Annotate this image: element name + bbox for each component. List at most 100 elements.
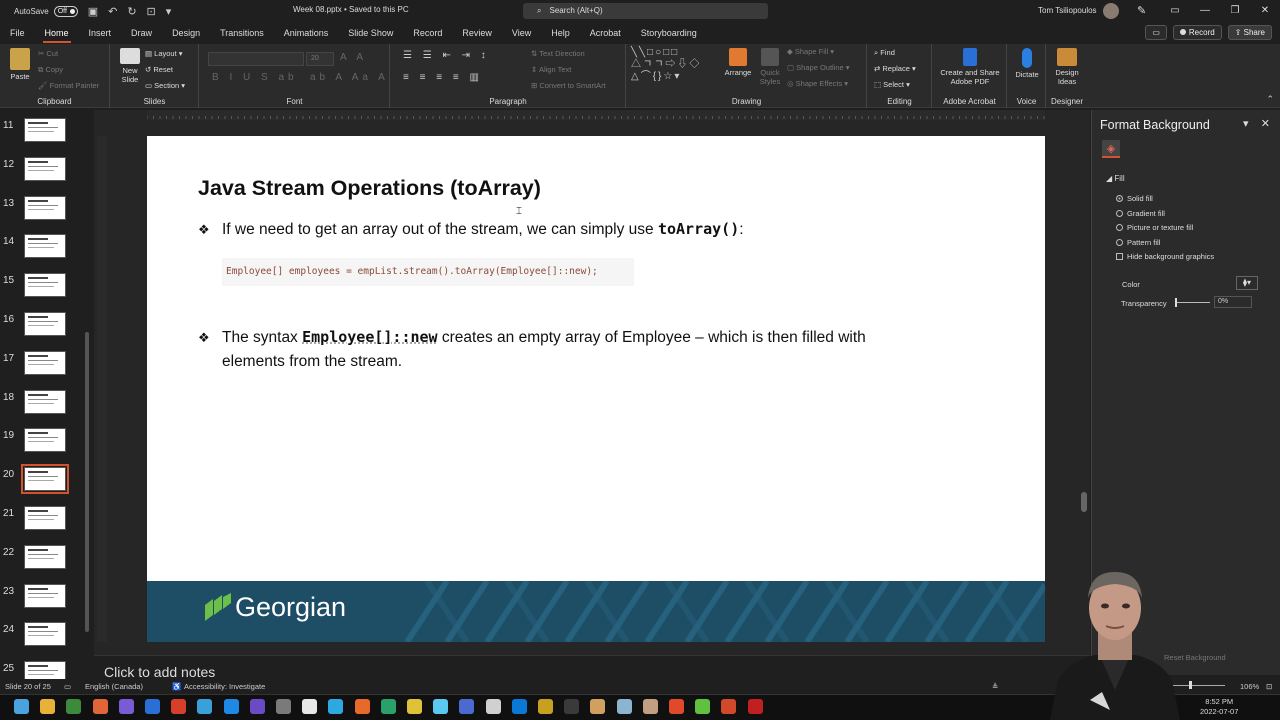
shape-effects-button[interactable]: ◎ Shape Effects ▾ [787, 79, 848, 88]
taskbar-app-icon[interactable] [118, 699, 134, 714]
taskbar-app-icon[interactable] [747, 699, 763, 714]
taskbar-app-icon[interactable] [564, 699, 580, 714]
zoom-level[interactable]: 106% [1240, 682, 1259, 691]
dictate-button[interactable]: Dictate [1010, 48, 1044, 79]
fill-tab-icon[interactable]: ◈ [1102, 140, 1120, 158]
redo-icon[interactable]: ↻ [127, 5, 136, 18]
language-indicator[interactable]: English (Canada) [85, 682, 143, 691]
taskbar-app-icon[interactable] [354, 699, 370, 714]
reset-button[interactable]: ↺ Reset [145, 65, 173, 74]
taskbar-app-icon[interactable] [407, 699, 422, 714]
section-button[interactable]: ▭ Section ▾ [145, 81, 185, 90]
slide-thumbnail[interactable] [24, 312, 66, 336]
slide-thumbnail[interactable] [24, 118, 66, 142]
taskbar-app-icon[interactable] [40, 699, 56, 714]
system-clock[interactable]: 8:52 PM 2022-07-07 [1200, 697, 1238, 717]
taskbar-app-icon[interactable] [197, 699, 213, 714]
arrange-button[interactable]: Arrange [723, 48, 753, 77]
slide-thumbnail[interactable] [24, 583, 66, 608]
taskbar-app-icon[interactable] [302, 699, 318, 714]
tab-animations[interactable]: Animations [274, 24, 339, 42]
save-icon[interactable]: ▣ [88, 5, 98, 18]
customize-qat-icon[interactable]: ▾ [166, 5, 172, 18]
pane-options-icon[interactable]: ▾ [1243, 118, 1249, 130]
editor-scroll-thumb[interactable] [1081, 492, 1087, 512]
font-size-buttons[interactable]: A A [340, 52, 367, 63]
tab-insert[interactable]: Insert [79, 24, 122, 42]
taskbar-app-icon[interactable] [590, 699, 606, 714]
slide-thumbnail[interactable] [24, 506, 66, 530]
taskbar-app-icon[interactable] [92, 699, 108, 714]
taskbar-app-icon[interactable] [249, 699, 265, 714]
tab-design[interactable]: Design [162, 24, 210, 42]
bullet-2[interactable]: ❖ The syntax Employee[]::new creates an e… [198, 328, 866, 347]
code-block[interactable]: Employee[] employees = empList.stream().… [222, 258, 634, 286]
taskbar-app-icon[interactable] [145, 699, 160, 714]
cut-button[interactable]: ✂ Cut [38, 49, 58, 58]
undo-icon[interactable]: ↶ [108, 5, 117, 18]
accessibility-status[interactable]: Accessibility: Investigate [184, 682, 265, 691]
replace-button[interactable]: ⇄ Replace ▾ [874, 64, 916, 73]
taskbar-app-icon[interactable] [616, 699, 632, 714]
copy-button[interactable]: ⧉ Copy [38, 65, 63, 75]
slide-thumbnail[interactable] [24, 156, 66, 181]
notes-pane[interactable]: Click to add notes [94, 655, 1090, 680]
shape-fill-button[interactable]: ◆ Shape Fill ▾ [787, 47, 834, 56]
align-text-button[interactable]: ⇕ Align Text [531, 65, 571, 74]
slide-thumbnail[interactable] [24, 622, 66, 647]
slide-thumbnail[interactable] [21, 464, 69, 495]
design-ideas-button[interactable]: Design Ideas [1049, 48, 1085, 86]
find-button[interactable]: ⌕ Find [874, 48, 895, 58]
taskbar-app-icon[interactable] [695, 699, 711, 714]
fill-section-header[interactable]: ◢ Fill [1106, 174, 1125, 183]
autosave-toggle[interactable]: Off [53, 5, 78, 17]
create-adobe-pdf-button[interactable]: Create and Share Adobe PDF [935, 48, 1005, 86]
convert-smartart-button[interactable]: ⊞ Convert to SmartArt [531, 81, 606, 90]
color-picker-button[interactable]: ⧫▾ [1236, 276, 1258, 290]
tab-view[interactable]: View [502, 24, 541, 42]
taskbar-app-icon[interactable] [538, 699, 553, 714]
fit-slide-icon[interactable]: ⊡ [1266, 682, 1272, 691]
alignment-buttons[interactable]: ≡ ≡ ≡ ≡ ▥ [403, 72, 483, 83]
record-button[interactable]: Record [1172, 25, 1222, 40]
taskbar-app-icon[interactable] [642, 699, 658, 714]
taskbar-app-icon[interactable] [459, 699, 475, 714]
shape-outline-button[interactable]: ▢ Shape Outline ▾ [787, 63, 850, 72]
tab-slide-show[interactable]: Slide Show [338, 24, 403, 42]
taskbar-app-icon[interactable] [171, 699, 187, 714]
tab-home[interactable]: Home [35, 24, 79, 43]
search-box[interactable]: ⌕ Search (Alt+Q) [523, 3, 768, 19]
layout-button[interactable]: ▤ Layout ▾ [145, 49, 183, 58]
thumbnail-scroll-thumb[interactable] [85, 332, 89, 632]
taskbar-app-icon[interactable] [14, 699, 29, 714]
slide-thumbnail[interactable] [24, 273, 66, 298]
shapes-gallery[interactable]: ╲╲□○□□ △ㄱㄱ⇨⇩◇ △⌒{}☆▾ [631, 47, 721, 87]
document-title[interactable]: Week 08.pptx • Saved to this PC [293, 5, 409, 14]
start-from-beginning-icon[interactable]: ⊡ [147, 5, 156, 18]
close-icon[interactable]: ✕ [1250, 0, 1280, 22]
bullet-1[interactable]: ❖ If we need to get an array out of the s… [198, 220, 744, 239]
fill-option-solid-fill[interactable]: Solid fill [1116, 194, 1153, 203]
share-button[interactable]: ⇪ Share [1227, 25, 1272, 40]
tab-record[interactable]: Record [403, 24, 452, 42]
tab-review[interactable]: Review [452, 24, 502, 42]
thumbnail-scrollbar[interactable] [84, 112, 90, 652]
slide-canvas[interactable]: Java Stream Operations (toArray) ❖ If we … [147, 136, 1045, 642]
list-buttons[interactable]: ☰ ☰ ⇤ ⇥ ↕ [403, 50, 490, 61]
notes-toggle-icon[interactable]: ≜ [992, 682, 998, 691]
tab-transitions[interactable]: Transitions [210, 24, 274, 42]
taskbar-app-icon[interactable] [433, 699, 449, 714]
tab-draw[interactable]: Draw [121, 24, 162, 42]
transparency-slider[interactable] [1175, 298, 1210, 307]
slide-thumbnail[interactable] [24, 195, 66, 220]
font-size-dropdown[interactable]: 20 [306, 52, 334, 66]
quick-styles-button[interactable]: Quick Styles [755, 48, 785, 86]
user-name[interactable]: Tom Tsiliopoulos [1038, 6, 1097, 15]
paste-button[interactable]: Paste [6, 48, 34, 81]
select-button[interactable]: ⬚ Select ▾ [874, 80, 910, 89]
taskbar-app-icon[interactable] [721, 699, 737, 714]
taskbar-app-icon[interactable] [328, 699, 344, 714]
fill-option-picture-or-texture-fill[interactable]: Picture or texture fill [1116, 223, 1193, 232]
taskbar-app-icon[interactable] [669, 699, 684, 714]
pane-close-icon[interactable]: ✕ [1261, 118, 1270, 130]
